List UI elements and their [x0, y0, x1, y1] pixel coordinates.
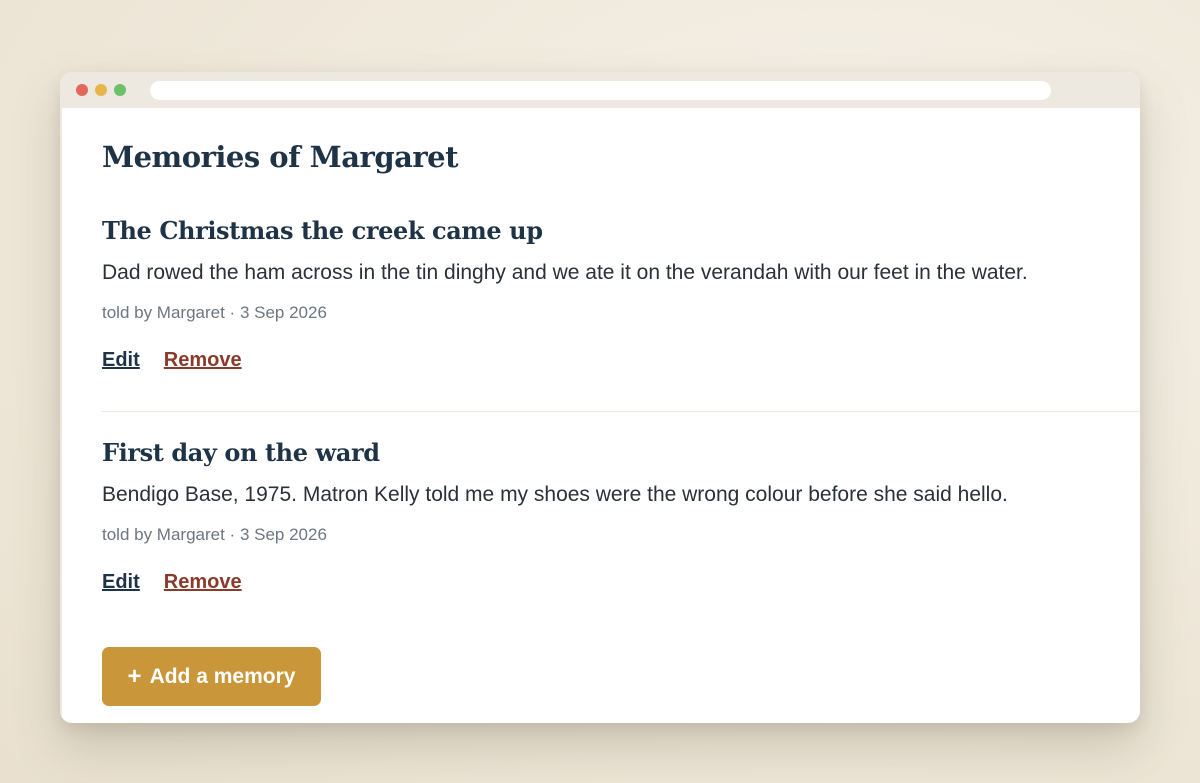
- remove-memory-link[interactable]: Remove: [164, 348, 242, 372]
- remove-memory-link[interactable]: Remove: [164, 570, 242, 594]
- memory-item: First day on the ward Bendigo Base, 1975…: [102, 438, 1140, 594]
- memory-actions: Edit Remove: [102, 348, 1140, 372]
- memory-title: First day on the ward: [102, 438, 380, 467]
- address-bar[interactable]: [150, 81, 1051, 100]
- memory-item: The Christmas the creek came up Dad rowe…: [102, 216, 1140, 372]
- page-content: Memories of Margaret The Christmas the c…: [60, 108, 1140, 723]
- plus-icon: +: [127, 662, 142, 690]
- page-title: Memories of Margaret: [102, 140, 459, 174]
- browser-titlebar: [60, 72, 1140, 108]
- edit-memory-link[interactable]: Edit: [102, 348, 140, 372]
- browser-window: Memories of Margaret The Christmas the c…: [60, 72, 1140, 723]
- memory-meta: told by Margaret · 3 Sep 2026: [102, 303, 327, 322]
- memory-meta: told by Margaret · 3 Sep 2026: [102, 525, 327, 544]
- maximize-window-icon[interactable]: [114, 84, 126, 96]
- add-memory-label: Add a memory: [149, 664, 296, 688]
- memory-body: Dad rowed the ham across in the tin ding…: [102, 261, 1028, 284]
- minimize-window-icon[interactable]: [95, 84, 107, 96]
- close-window-icon[interactable]: [76, 84, 88, 96]
- edit-memory-link[interactable]: Edit: [102, 570, 140, 594]
- memory-body: Bendigo Base, 1975. Matron Kelly told me…: [102, 483, 1008, 506]
- memory-title: The Christmas the creek came up: [102, 216, 543, 245]
- add-memory-button[interactable]: + Add a memory: [102, 647, 321, 706]
- memory-divider: [102, 411, 1140, 412]
- memory-actions: Edit Remove: [102, 570, 1140, 594]
